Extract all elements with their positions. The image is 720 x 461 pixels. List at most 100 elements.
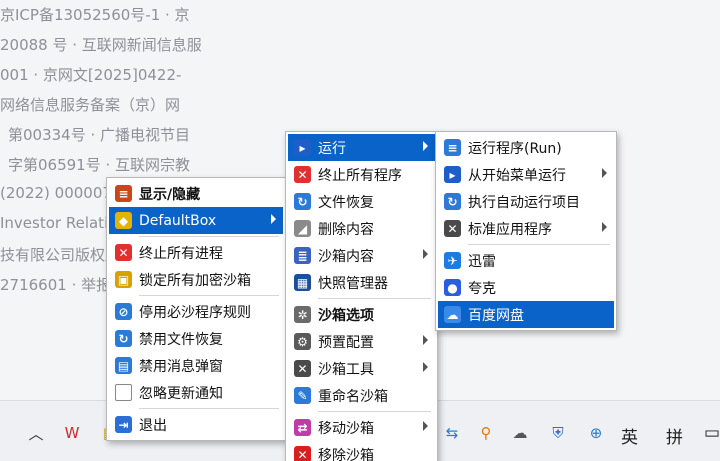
menu-item-label: 文件恢复	[318, 194, 374, 211]
menu-item-baidu-netdisk[interactable]: ☁ 百度网盘	[438, 301, 614, 328]
submenu-arrow-icon	[423, 421, 428, 431]
footer-text: 网络信息服务备案（京）网	[0, 96, 181, 114]
tray-context-menu: ≡ 显示/隐藏 ◆ DefaultBox ✕ 终止所有进程 ▣ 锁定所有加密沙箱 ⊘ 停用必沙程序…	[106, 177, 286, 441]
submenu-arrow-icon	[423, 249, 428, 259]
menu-item-standard-apps[interactable]: ✕ 标准应用程序	[438, 215, 614, 242]
menu-item-eraser[interactable]: ◢ 删除内容	[288, 215, 435, 242]
snapshot-icon: ▦	[294, 274, 311, 291]
menu-item-database[interactable]: ≣ 沙箱内容	[288, 242, 435, 269]
exit-icon: ⇥	[115, 416, 132, 433]
menu-item-terminate[interactable]: ✕ 终止所有程序	[288, 161, 435, 188]
menu-item-terminate[interactable]: ✕ 终止所有进程	[109, 239, 283, 266]
menu-item-label: 迅雷	[468, 253, 496, 270]
menu-item-settings[interactable]: ✲ 沙箱选项	[288, 301, 435, 328]
footer-text: 字第06591号 · 互联网宗教	[8, 156, 191, 174]
menu-item-quark[interactable]: ● 夸克	[438, 274, 614, 301]
menu-item-label: 忽略更新通知	[139, 385, 223, 402]
submenu-arrow-icon	[602, 168, 607, 178]
start-menu-icon: ▸	[444, 166, 461, 183]
menu-item-label: 沙箱工具	[318, 361, 374, 378]
lock-icon: ▣	[115, 271, 132, 288]
menu-item-disable-popup[interactable]: ▤ 禁用消息弹窗	[109, 352, 283, 379]
menu-item-preset[interactable]: ⚙ 预置配置	[288, 328, 435, 355]
menu-item-label: 禁用文件恢复	[139, 331, 223, 348]
menu-item-label: 终止所有程序	[318, 167, 402, 184]
menu-item-checkbox[interactable]: 忽略更新通知	[109, 379, 283, 406]
menu-item-disable-rules[interactable]: ⊘ 停用必沙程序规则	[109, 298, 283, 325]
menu-item-label: 删除内容	[318, 221, 374, 238]
cloud-icon[interactable]: ☁	[508, 421, 532, 445]
footer-text: 京ICP备13052560号-1 · 京	[0, 6, 190, 24]
menu-item-label: 预置配置	[318, 334, 374, 351]
monitor-icon[interactable]: ▭	[704, 423, 720, 443]
tools-icon: ✕	[294, 360, 311, 377]
menu-item-tools[interactable]: ✕ 沙箱工具	[288, 355, 435, 382]
autorun-icon: ↻	[444, 193, 461, 210]
menu-item-start-menu[interactable]: ▸ 从开始菜单运行	[438, 161, 614, 188]
preset-icon: ⚙	[294, 333, 311, 350]
menu-item-toggle[interactable]: ≡ 显示/隐藏	[109, 180, 283, 207]
menu-item-label: 沙箱内容	[318, 248, 374, 265]
menu-item-run[interactable]: ▸ 运行	[288, 134, 435, 161]
menu-item-rename[interactable]: ✎ 重命名沙箱	[288, 382, 435, 409]
terminate-icon: ✕	[294, 166, 311, 183]
menu-item-move[interactable]: ⇄ 移动沙箱	[288, 414, 435, 441]
menu-item-label: 运行程序(Run)	[468, 140, 562, 157]
menu-item-label: 退出	[139, 417, 167, 434]
menu-separator	[318, 298, 431, 299]
menu-item-label: 标准应用程序	[468, 221, 552, 238]
menu-item-label: 移动沙箱	[318, 420, 374, 437]
menu-item-sandbox[interactable]: ◆ DefaultBox	[109, 207, 283, 234]
sandbox-submenu: ▸ 运行 ✕ 终止所有程序 ↻ 文件恢复 ◢ 删除内容 ≣ 沙箱内容 ▦ 快照管理器 ✲ 沙箱选项 ⚙ 预置配…	[285, 131, 438, 461]
run-submenu: ≡ 运行程序(Run) ▸ 从开始菜单运行 ↻ 执行自动运行项目 ✕ 标准应用程序 ✈ 迅雷 ● 夸克…	[435, 131, 617, 331]
wps-icon[interactable]: W	[60, 421, 84, 445]
sandbox-icon: ◆	[115, 212, 132, 229]
menu-item-autorun[interactable]: ↻ 执行自动运行项目	[438, 188, 614, 215]
footer-text: (2022) 000007	[0, 184, 112, 202]
chevron-up-icon[interactable]: ︿	[24, 421, 48, 445]
remote-icon[interactable]: ⇆	[440, 421, 464, 445]
menu-item-lock[interactable]: ▣ 锁定所有加密沙箱	[109, 266, 283, 293]
menu-item-snapshot[interactable]: ▦ 快照管理器	[288, 269, 435, 296]
shield-icon[interactable]: ⛨	[546, 421, 570, 445]
menu-item-label: 百度网盘	[468, 307, 524, 324]
menu-item-label: 快照管理器	[318, 275, 388, 292]
footer-text: 2716601 · 举报	[0, 276, 112, 294]
terminate-icon: ✕	[115, 244, 132, 261]
menu-item-recovery[interactable]: ↻ 文件恢复	[288, 188, 435, 215]
menu-item-disable-recovery[interactable]: ↻ 禁用文件恢复	[109, 325, 283, 352]
menu-separator	[139, 236, 279, 237]
footer-link[interactable]: Investor Relatio	[0, 214, 117, 232]
menu-item-xunlei[interactable]: ✈ 迅雷	[438, 247, 614, 274]
menu-item-exit[interactable]: ⇥ 退出	[109, 411, 283, 438]
toggle-icon: ≡	[115, 185, 132, 202]
run-icon: ▸	[294, 139, 311, 156]
disable-popup-icon: ▤	[115, 357, 132, 374]
ime-english-indicator[interactable]: 英	[621, 423, 638, 448]
menu-item-label: 移除沙箱	[318, 447, 374, 461]
submenu-arrow-icon	[423, 335, 428, 345]
move-icon: ⇄	[294, 419, 311, 436]
menu-item-label: 沙箱选项	[318, 307, 374, 324]
remove-icon: ✕	[294, 446, 311, 461]
checkbox-icon	[115, 384, 132, 401]
quark-icon: ●	[444, 279, 461, 296]
recovery-icon: ↻	[294, 193, 311, 210]
submenu-arrow-icon	[271, 214, 276, 224]
search-icon[interactable]: ⚲	[474, 421, 498, 445]
menu-item-label: 运行	[318, 140, 346, 157]
menu-item-run-program[interactable]: ≡ 运行程序(Run)	[438, 134, 614, 161]
footer-text: 第00334号 · 广播电视节目	[8, 126, 191, 144]
submenu-arrow-icon	[602, 222, 607, 232]
footer-text: 001 · 京网文[2025]0422-	[0, 66, 182, 84]
menu-separator	[139, 295, 279, 296]
menu-item-label: 执行自动运行项目	[468, 194, 580, 211]
menu-item-label: 停用必沙程序规则	[139, 304, 251, 321]
footer-text: 20088 号 · 互联网新闻信息服	[0, 36, 202, 54]
disable-recovery-icon: ↻	[115, 330, 132, 347]
menu-separator	[318, 411, 431, 412]
ime-pinyin-indicator[interactable]: 拼	[666, 423, 683, 448]
baidu-netdisk-icon: ☁	[444, 306, 461, 323]
menu-item-remove[interactable]: ✕ 移除沙箱	[288, 441, 435, 461]
add-icon[interactable]: ⊕	[584, 421, 608, 445]
